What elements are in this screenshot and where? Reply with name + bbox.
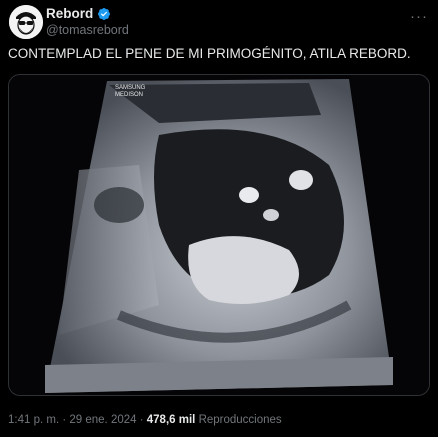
ultrasound-photo: SAMSUNG MEDISON: [9, 75, 429, 395]
avatar-face-icon: [9, 5, 43, 39]
tweet-date[interactable]: 29 ene. 2024: [69, 414, 136, 426]
views-label: Reproducciones: [198, 414, 282, 426]
ultrasound-label-top: SAMSUNG: [115, 85, 146, 91]
verified-badge-icon: [98, 7, 111, 20]
tweet-header: Rebord @tomasrebord ···: [8, 4, 430, 40]
author-name-row[interactable]: Rebord: [46, 6, 111, 21]
avatar[interactable]: [9, 5, 43, 39]
more-dots-icon[interactable]: ···: [410, 8, 428, 25]
tweet-text: CONTEMPLAD EL PENE DE MI PRIMOGÉNITO, AT…: [8, 46, 411, 61]
separator-dot: ·: [136, 414, 147, 426]
ultrasound-label-bottom: MEDISON: [115, 92, 143, 98]
author-handle[interactable]: @tomasrebord: [46, 23, 129, 37]
tweet-footer: 1:41 p. m. · 29 ene. 2024 · 478,6 mil Re…: [8, 414, 282, 426]
tweet-media-image[interactable]: SAMSUNG MEDISON: [8, 74, 430, 396]
author-name[interactable]: Rebord: [46, 6, 93, 21]
separator-dot: ·: [59, 414, 70, 426]
views-count: 478,6 mil: [146, 414, 196, 426]
tweet-time[interactable]: 1:41 p. m.: [8, 414, 59, 426]
